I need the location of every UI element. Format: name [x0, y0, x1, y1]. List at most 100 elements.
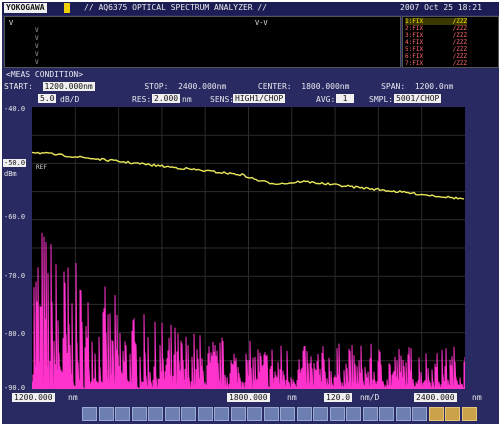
info-header-v: V — [9, 19, 14, 27]
trace-list-label: 7:FIX — [405, 60, 424, 67]
trace-list-item[interactable]: 4:FIX /ZZZ — [405, 39, 467, 46]
trace-list-value: /ZZZ — [449, 25, 468, 32]
avg-label: AVG: — [316, 95, 336, 104]
softkey-button[interactable] — [445, 407, 460, 421]
x-center-value[interactable]: 1800.000 — [227, 393, 270, 402]
trace-list-item[interactable]: 1:FIX /ZZZ — [405, 18, 468, 25]
trace-list-label: 5:FIX — [405, 46, 424, 53]
start-value[interactable]: 1200.000nm — [42, 82, 95, 91]
ref-level-value[interactable]: -50.0 — [3, 159, 27, 167]
x-stop-unit: nm — [472, 393, 482, 402]
status-indicator — [64, 3, 70, 13]
info-row: V — [35, 35, 39, 42]
trace-list-item[interactable]: 5:FIX /ZZZ — [405, 46, 467, 53]
info-header-hint: V-V — [255, 19, 268, 27]
trace-list-value: /ZZZ — [449, 18, 468, 25]
scale-value[interactable]: 5.0 — [38, 94, 57, 103]
scale-unit: dB/D — [60, 95, 80, 104]
softkey-button[interactable] — [148, 407, 163, 421]
info-rows: V V V V V — [35, 27, 39, 67]
softkey-button[interactable] — [412, 407, 427, 421]
y-tick-label: -90.0 — [4, 384, 26, 392]
spectrum-plot[interactable]: REF — [32, 107, 465, 389]
info-row: V — [35, 43, 39, 50]
info-row: V — [35, 27, 39, 34]
center-value[interactable]: 1800.000nm — [301, 82, 349, 91]
stop-label: STOP: — [144, 82, 169, 91]
x-div-value[interactable]: 120.0 — [324, 393, 353, 402]
center-label: CENTER: — [257, 82, 292, 91]
res-unit: nm — [182, 95, 192, 104]
y-unit-label: dBm — [4, 170, 17, 178]
spectrum-chart — [32, 107, 465, 389]
trace-list-item[interactable]: 6:FIX /ZZZ — [405, 53, 467, 60]
softkey-button[interactable] — [346, 407, 361, 421]
trace-list-label: 1:FIX — [405, 18, 424, 25]
smpl-label: SMPL: — [369, 95, 394, 104]
y-tick-label: -80.0 — [4, 330, 26, 338]
span-value[interactable]: 1200.0nm — [415, 82, 454, 91]
softkey-button[interactable] — [230, 407, 246, 421]
softkey-button[interactable] — [263, 407, 279, 421]
trace-list-value: /ZZZ — [449, 53, 468, 60]
x-start-unit: nm — [68, 393, 78, 402]
brand-logo: YOKOGAWA — [4, 3, 47, 13]
softkey-button[interactable] — [280, 407, 295, 421]
meas-condition-label: <MEAS CONDITION> — [6, 70, 84, 79]
title-bar: YOKOGAWA // AQ6375 OPTICAL SPECTRUM ANAL… — [2, 2, 499, 15]
info-panel: V V-V V V V V V — [4, 16, 401, 68]
trace-list-label: 6:FIX — [405, 53, 424, 60]
res-value[interactable]: 2.000 — [152, 94, 181, 103]
softkey-button[interactable] — [164, 407, 180, 421]
trace-list-value: /ZZZ — [449, 32, 468, 39]
stop-value[interactable]: 2400.000nm — [178, 82, 226, 91]
trace-list-value: /ZZZ — [449, 39, 468, 46]
trace-list-value: /ZZZ — [449, 46, 468, 53]
trace-list-label: 4:FIX — [405, 39, 424, 46]
info-row: V — [35, 59, 39, 66]
res-label: RES: — [132, 95, 152, 104]
trace-list-item[interactable]: 2:FIX /ZZZ — [405, 25, 467, 32]
softkey-button[interactable] — [131, 407, 147, 421]
avg-value[interactable]: 1 — [336, 94, 354, 103]
softkey-button[interactable] — [296, 407, 312, 421]
trace-list-item[interactable]: 7:FIX /ZZZ — [405, 60, 467, 67]
y-tick-label: -40.0 — [4, 105, 26, 113]
softkey-button[interactable] — [395, 407, 411, 421]
smpl-value[interactable]: 5001/CHOP — [394, 94, 442, 103]
softkey-button[interactable] — [181, 407, 196, 421]
softkey-button[interactable] — [115, 407, 130, 421]
softkey-button[interactable] — [82, 407, 97, 421]
softkey-button[interactable] — [197, 407, 213, 421]
trace-list-item[interactable]: 3:FIX /ZZZ — [405, 32, 467, 39]
trace-list-panel: 1:FIX /ZZZ 2:FIX /ZZZ 3:FIX /ZZZ 4:FIX /ZZZ… — [402, 16, 499, 68]
trace-list-label: 2:FIX — [405, 25, 424, 32]
softkey-button[interactable] — [247, 407, 262, 421]
softkey-button[interactable] — [379, 407, 394, 421]
sens-label: SENS: — [210, 95, 235, 104]
analyzer-screen: YOKOGAWA // AQ6375 OPTICAL SPECTRUM ANAL… — [2, 2, 499, 424]
softkey-button[interactable] — [461, 407, 477, 421]
softkey-button[interactable] — [362, 407, 378, 421]
y-tick-label: -70.0 — [4, 272, 26, 280]
trace-list-value: /ZZZ — [449, 60, 468, 67]
softkey-button[interactable] — [98, 407, 114, 421]
x-div-unit: nm/D — [360, 393, 380, 402]
measurement-settings-bar: 5.0 dB/D RES: 2.000 nm SENS: HIGH1/CHOP … — [32, 94, 494, 105]
start-label: START: — [4, 82, 33, 91]
window-title: // AQ6375 OPTICAL SPECTRUM ANALYZER // — [84, 3, 268, 12]
x-axis-readout: 1200.000 nm 1800.000 nm 120.0 nm/D 2400.… — [12, 393, 492, 402]
softkey-button[interactable] — [329, 407, 345, 421]
clock-readout: 2007 Oct 25 18:21 — [400, 3, 482, 12]
softkey-button[interactable] — [313, 407, 328, 421]
x-center-unit: nm — [287, 393, 297, 402]
info-row: V — [35, 51, 39, 58]
y-tick-label: -60.0 — [4, 213, 26, 221]
x-stop-value[interactable]: 2400.000 — [414, 393, 457, 402]
softkey-button[interactable] — [428, 407, 444, 421]
trace-list-label: 3:FIX — [405, 32, 424, 39]
softkey-button[interactable] — [214, 407, 229, 421]
x-start-value[interactable]: 1200.000 — [12, 393, 55, 402]
sens-value[interactable]: HIGH1/CHOP — [233, 94, 286, 103]
ref-marker-label: REF — [36, 164, 47, 171]
